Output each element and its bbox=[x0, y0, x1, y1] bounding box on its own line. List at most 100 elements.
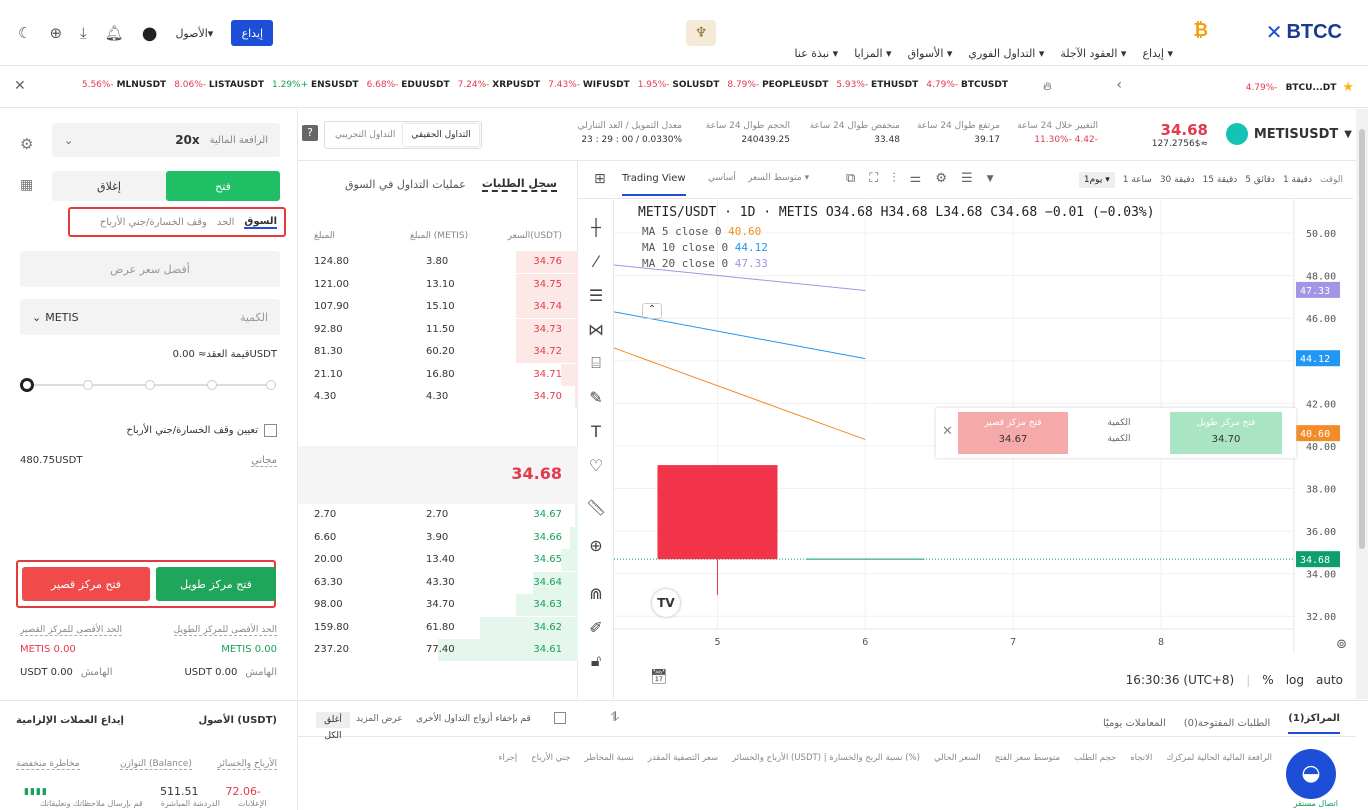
order-type-limit[interactable]: الحد bbox=[217, 217, 235, 228]
bid-row[interactable]: 159.80 61.80 34.62 bbox=[298, 616, 578, 639]
collapse-legend-icon[interactable]: ⌃ bbox=[642, 303, 662, 319]
close-quick-trade-icon[interactable]: ✕ bbox=[942, 424, 953, 439]
open-short-button[interactable]: فتح مركز قصير bbox=[22, 567, 150, 601]
interval-option[interactable]: 5 دقائق bbox=[1245, 175, 1275, 185]
menu-icon[interactable]: ☰ bbox=[961, 171, 973, 186]
popout-icon[interactable]: ⧉ bbox=[846, 171, 855, 186]
interval-option[interactable]: 1يوم ▾ bbox=[1078, 172, 1115, 188]
trendline-icon[interactable]: ⁄ bbox=[578, 249, 614, 273]
bid-row[interactable]: 20.00 13.40 34.65 bbox=[298, 549, 578, 571]
ticker-item[interactable]: 5.93%- ETHUSDT bbox=[836, 80, 918, 90]
pattern-icon[interactable]: ⋈ bbox=[578, 317, 614, 341]
ruler-icon[interactable]: 📏︎ bbox=[578, 495, 614, 519]
bell-icon[interactable]: 🔔︎ bbox=[105, 24, 124, 42]
header-deposit-button[interactable]: إيداع bbox=[231, 20, 274, 46]
ticker-item[interactable]: 1.29%+ ENSUSDT bbox=[272, 80, 359, 90]
quick-long-button[interactable]: فتح مركز طويل 34.70 bbox=[1170, 412, 1282, 454]
zoom-in-icon[interactable]: ⊕ bbox=[578, 533, 614, 557]
quick-short-button[interactable]: فتح مركز قصير 34.67 bbox=[958, 412, 1068, 454]
ask-row[interactable]: 124.80 3.80 34.76 bbox=[298, 251, 578, 273]
qty-unit[interactable]: METIS bbox=[45, 311, 78, 324]
ticker-item[interactable]: 5.56%- MLNUSDT bbox=[82, 80, 166, 90]
brush-icon[interactable]: ✎ bbox=[578, 385, 614, 409]
chat-support-icon[interactable]: ◒ bbox=[1286, 749, 1336, 799]
ticker-item[interactable]: 6.68%- EDUUSDT bbox=[367, 80, 450, 90]
theme-moon-icon[interactable]: ☾ bbox=[18, 24, 31, 42]
percent-scale[interactable]: % bbox=[1262, 673, 1273, 687]
sltp-checkbox[interactable] bbox=[264, 424, 277, 437]
ticker-item[interactable]: 8.79%- PEOPLEUSDT bbox=[727, 80, 828, 90]
filter-icon[interactable]: ⥮ bbox=[610, 710, 619, 725]
sltp-checkbox-row[interactable]: تعيين وقف الخسارة/جني الأرباح bbox=[126, 424, 277, 437]
settings-gear-icon[interactable]: ⚙ bbox=[20, 135, 33, 153]
open-tab[interactable]: فتح bbox=[166, 171, 280, 201]
ask-row[interactable]: 107.90 15.10 34.74 bbox=[298, 296, 578, 318]
close-ticker-icon[interactable]: ✕ bbox=[14, 78, 26, 94]
feedback-link[interactable]: قم بإرسال ملاحظاتك وتعليقاتك bbox=[40, 799, 143, 808]
ask-row[interactable]: 81.30 60.20 34.72 bbox=[298, 341, 578, 363]
order-type-sltp[interactable]: وقف الخسارة/جني الأرباح bbox=[100, 217, 207, 228]
ticker-prev-chevron-icon[interactable]: ‹ bbox=[1116, 77, 1122, 93]
best-price-field[interactable]: أفضل سعر عرض bbox=[20, 251, 280, 287]
quick-qty[interactable]: الكمية الكمية bbox=[1070, 412, 1168, 454]
ticker-item[interactable]: 8.06%- LISTAUSDT bbox=[174, 80, 264, 90]
text-tool-icon[interactable]: T bbox=[578, 419, 614, 443]
user-avatar-icon[interactable]: ● bbox=[142, 23, 158, 44]
nav-features[interactable]: المزايا ▾ bbox=[854, 47, 891, 60]
page-scrollbar[interactable] bbox=[1356, 109, 1368, 699]
ticker-item[interactable]: 7.43%- WIFUSDT bbox=[548, 80, 630, 90]
deposit-crypto-link[interactable]: إيداع العملات الإلزامية bbox=[16, 715, 124, 726]
nav-markets[interactable]: الأسواق ▾ bbox=[908, 47, 953, 60]
magnet-icon[interactable]: ⋒ bbox=[578, 581, 614, 605]
goto-date-icon[interactable]: 📅︎ bbox=[650, 669, 668, 685]
quantity-input[interactable]: ⌄ METIS الكمية bbox=[20, 299, 280, 335]
close-tab[interactable]: إغلاق bbox=[52, 171, 166, 201]
lock-drawing-icon[interactable]: ✐ bbox=[578, 615, 614, 639]
hide-pairs-checkbox[interactable] bbox=[554, 712, 566, 724]
nav-about[interactable]: نبذة عنا ▾ bbox=[795, 47, 839, 60]
slider-handle[interactable] bbox=[20, 378, 34, 392]
positions-tab[interactable]: المراكز(1) bbox=[1288, 713, 1340, 734]
ask-row[interactable]: 4.30 4.30 34.70 bbox=[298, 386, 578, 408]
basic-tab[interactable]: أساسي bbox=[708, 173, 736, 183]
globe-icon[interactable]: ⊕ bbox=[49, 24, 62, 42]
auto-scale[interactable]: auto bbox=[1316, 673, 1343, 687]
daily-transactions-tab[interactable]: المعاملات يوميًا bbox=[1103, 718, 1166, 729]
leverage-selector[interactable]: ⌄ 20x الرافعة المالية bbox=[52, 123, 280, 157]
interval-option[interactable]: 15 دقيقة bbox=[1203, 175, 1238, 185]
bid-row[interactable]: 63.30 43.30 34.64 bbox=[298, 571, 578, 594]
layout-grid-icon[interactable]: ⊞ bbox=[594, 171, 606, 187]
ticker-item[interactable]: 1.95%- SOLUSDT bbox=[638, 80, 720, 90]
fullscreen-icon[interactable]: ⛶ bbox=[869, 171, 878, 186]
interval-option[interactable]: 1 ساعة bbox=[1123, 175, 1152, 185]
unlock-icon[interactable]: 🔓︎ bbox=[578, 649, 614, 673]
market-trades-tab[interactable]: عمليات التداول في السوق bbox=[345, 178, 466, 191]
show-more-link[interactable]: عرض المزيد bbox=[356, 714, 403, 724]
ask-row[interactable]: 121.00 13.10 34.75 bbox=[298, 273, 578, 296]
open-orders-tab[interactable]: الطلبات المفتوحة(0) bbox=[1184, 718, 1271, 729]
orderbook-tab[interactable]: سجل الطلبات bbox=[481, 177, 557, 192]
reset-scale-icon[interactable]: ⊚ bbox=[1336, 637, 1347, 652]
projection-icon[interactable]: ⌸ bbox=[578, 351, 614, 375]
nav-deposit[interactable]: إيداع ▾ bbox=[1142, 47, 1173, 60]
fib-icon[interactable]: ☰ bbox=[578, 283, 614, 307]
star-icon[interactable]: ★ bbox=[1342, 80, 1354, 95]
assets-menu[interactable]: الأصول▾ bbox=[175, 27, 213, 40]
interval-option[interactable]: 30 دقيقة bbox=[1160, 175, 1195, 185]
promo-tree-icon[interactable]: ♆ bbox=[686, 20, 716, 46]
bid-row[interactable]: 6.60 3.90 34.66 bbox=[298, 526, 578, 549]
ma-menu[interactable]: متوسط السعر ▾ bbox=[748, 173, 809, 183]
close-all-button[interactable]: أغلق الكل bbox=[316, 712, 350, 741]
ticker-favorite[interactable]: 4.79%- BTCU...DT ★ bbox=[1238, 80, 1354, 95]
crosshair-icon[interactable]: ┼ bbox=[578, 215, 614, 239]
announcements-link[interactable]: الإعلانات bbox=[238, 799, 267, 808]
help-icon[interactable]: ? bbox=[302, 125, 318, 141]
log-scale[interactable]: log bbox=[1286, 673, 1304, 687]
open-long-button[interactable]: فتح مركز طويل bbox=[156, 567, 276, 601]
download-icon[interactable]: ⤓ bbox=[80, 24, 87, 42]
ticker-item[interactable]: 7.24%- XRPUSDT bbox=[458, 80, 541, 90]
order-type-market[interactable]: السوق bbox=[244, 216, 277, 229]
live-chat-link[interactable]: الدردشة المباشرة bbox=[161, 799, 220, 808]
symbol-selector[interactable]: METISUSDT ▼ bbox=[1225, 123, 1352, 145]
bid-row[interactable]: 98.00 34.70 34.63 bbox=[298, 594, 578, 616]
